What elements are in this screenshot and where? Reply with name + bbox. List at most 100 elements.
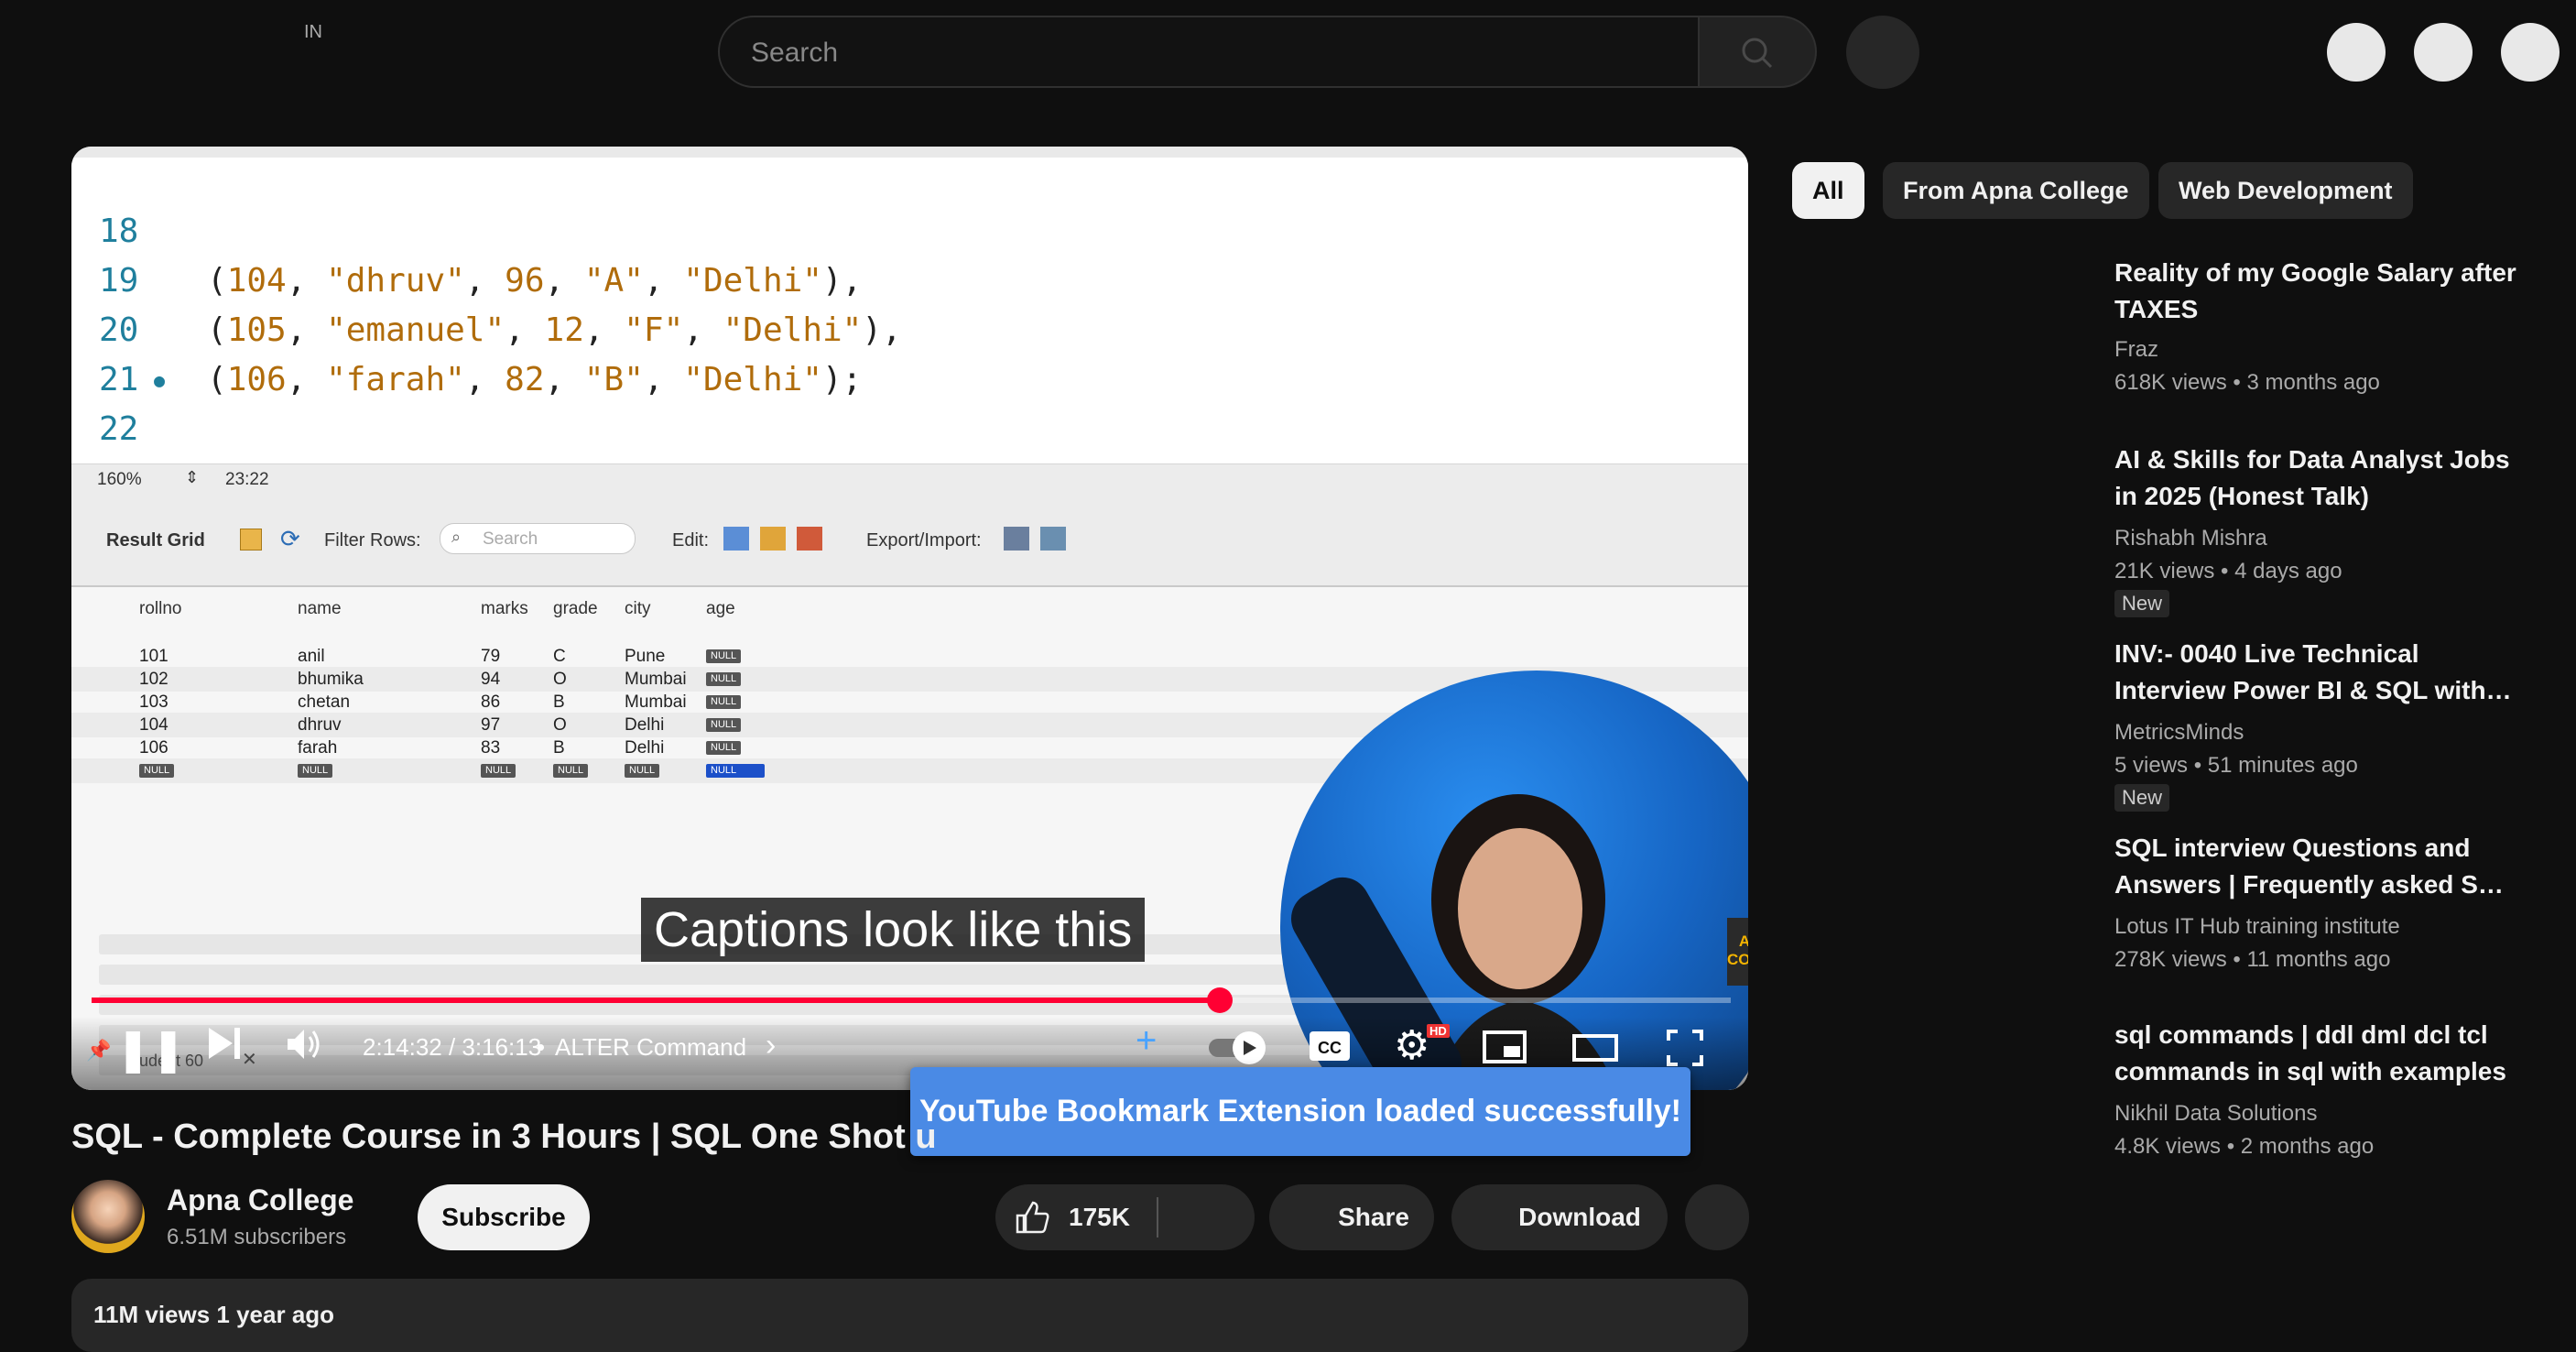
search-box[interactable]: [718, 16, 1700, 88]
hd-badge: HD: [1427, 1024, 1450, 1038]
rec-title[interactable]: SQL interview Questions and Answers | Fr…: [2114, 830, 2517, 903]
volume-icon[interactable]: [286, 1026, 324, 1063]
edit-row-icon[interactable]: [723, 527, 749, 551]
create-button[interactable]: [2327, 23, 2386, 82]
masthead: IN: [0, 0, 2576, 103]
subtitles-icon[interactable]: CC: [1308, 1030, 1352, 1063]
bookmark-add-icon[interactable]: +: [1136, 1020, 1157, 1062]
grid-cell: 97: [481, 715, 501, 735]
search-icon: [1742, 38, 1773, 69]
video-title: SQL - Complete Course in 3 Hours | SQL O…: [71, 1118, 937, 1156]
progress-played: [92, 998, 1220, 1003]
filter-search-field[interactable]: ⌕ Search: [440, 523, 636, 554]
progress-scrubber[interactable]: [1206, 987, 1233, 1013]
grid-cell: NULL: [298, 758, 333, 783]
miniplayer-icon[interactable]: [1482, 1030, 1527, 1064]
more-actions-button[interactable]: [1685, 1184, 1749, 1250]
caption-text: Captions look like this: [641, 898, 1146, 962]
grid-cell: anil: [298, 647, 325, 666]
next-icon[interactable]: [205, 1024, 244, 1063]
rec-meta: 618K views • 3 months ago: [2114, 370, 2380, 395]
grid-cell: Mumbai: [625, 670, 687, 689]
chapter-chevron-icon[interactable]: ›: [766, 1028, 776, 1063]
chapter-separator: •: [537, 1033, 546, 1061]
grid-cell: 79: [481, 647, 501, 666]
chip-from-apna-college[interactable]: From Apna College: [1883, 162, 2149, 219]
theater-mode-icon[interactable]: [1571, 1033, 1619, 1063]
grid-cell: O: [553, 670, 567, 689]
autoplay-toggle[interactable]: [1207, 1030, 1280, 1066]
grid-cell: 86: [481, 692, 501, 712]
grid-cell: 83: [481, 738, 501, 758]
extension-toast: YouTube Bookmark Extension loaded succes…: [910, 1067, 1690, 1156]
grid-cell: 101: [139, 647, 168, 666]
grid-cell: NULL: [706, 690, 742, 714]
rec-channel[interactable]: Lotus IT Hub training institute: [2114, 914, 2400, 940]
delete-row-icon[interactable]: [797, 527, 822, 551]
rec-title[interactable]: INV:- 0040 Live Technical Interview Powe…: [2114, 636, 2517, 709]
rec-channel[interactable]: Nikhil Data Solutions: [2114, 1101, 2317, 1127]
chip-web-development[interactable]: Web Development: [2158, 162, 2413, 219]
export-icon[interactable]: [1004, 527, 1029, 551]
grid-cell: NULL: [553, 758, 589, 783]
video-player[interactable]: 18 (104, "dhruv", 96, "A", "Delhi"), 19 …: [71, 147, 1748, 1090]
import-icon[interactable]: [1040, 527, 1066, 551]
rec-channel[interactable]: MetricsMinds: [2114, 720, 2244, 746]
rec-meta: 5 views • 51 minutes ago: [2114, 753, 2358, 778]
grid-cell: B: [553, 692, 565, 712]
notifications-button[interactable]: [2414, 23, 2473, 82]
filter-search-placeholder: Search: [483, 529, 538, 549]
channel-name[interactable]: Apna College: [167, 1183, 353, 1217]
grid-cell: Delhi: [625, 738, 665, 758]
channel-avatar[interactable]: [71, 1180, 145, 1253]
voice-search-button[interactable]: [1846, 16, 1919, 89]
code-line: 21: [71, 306, 1748, 398]
edit-label: Edit:: [672, 530, 710, 551]
grid-header-cell: rollno: [139, 599, 182, 618]
rec-title[interactable]: Reality of my Google Salary after TAXES: [2114, 255, 2517, 328]
grid-header-cell: name: [298, 599, 342, 618]
rec-title[interactable]: AI & Skills for Data Analyst Jobs in 202…: [2114, 442, 2517, 515]
avatar-button[interactable]: [2501, 23, 2560, 82]
grid-header-cell: grade: [553, 599, 598, 618]
svg-text:CC: CC: [1318, 1039, 1342, 1057]
chip-all[interactable]: All: [1792, 162, 1864, 219]
dislike-button[interactable]: [1166, 1184, 1253, 1250]
like-icon[interactable]: [1014, 1201, 1050, 1234]
empty-row: [99, 965, 1372, 985]
download-button[interactable]: Download: [1451, 1184, 1668, 1250]
tab-close-icon[interactable]: ✕: [242, 1048, 257, 1071]
settings-icon[interactable]: ⚙: [1394, 1022, 1429, 1069]
cursor-position: 23:22: [225, 470, 269, 489]
like-dislike-group: 175K: [995, 1184, 1255, 1250]
refresh-icon: ⟳: [280, 525, 300, 552]
fullscreen-icon[interactable]: [1665, 1028, 1705, 1068]
region-tag: IN: [304, 22, 322, 42]
share-label: Share: [1338, 1203, 1409, 1231]
grid-cell: NULL: [481, 758, 516, 783]
grid-header-cell: age: [706, 599, 735, 618]
share-button[interactable]: Share: [1269, 1184, 1434, 1250]
grid-cell: 106: [139, 738, 168, 758]
rec-title[interactable]: sql commands | ddl dml dcl tcl commands …: [2114, 1017, 2517, 1090]
grid-cell: 94: [481, 670, 501, 689]
code-line: 22 ● SELECT * FROM student;: [71, 355, 1748, 553]
rec-meta: 4.8K views • 2 months ago: [2114, 1134, 2375, 1159]
grid-row[interactable]: 101 anil 79 C Pune NULL: [71, 644, 1748, 669]
result-grid-label: Result Grid: [106, 530, 205, 551]
like-count[interactable]: 175K: [1069, 1184, 1130, 1250]
new-badge: New: [2114, 784, 2170, 812]
chapter-button[interactable]: ALTER Command: [555, 1033, 746, 1062]
search-button[interactable]: [1700, 16, 1817, 88]
search-input[interactable]: [749, 32, 1650, 74]
rec-channel[interactable]: Rishabh Mishra: [2114, 526, 2267, 551]
subscribe-button[interactable]: Subscribe: [418, 1184, 590, 1250]
grid-cell: Delhi: [625, 715, 665, 735]
insert-row-icon[interactable]: [760, 527, 786, 551]
grid-cell: bhumika: [298, 670, 364, 689]
rec-channel[interactable]: Fraz: [2114, 337, 2158, 363]
editor-toolbar-strip: [71, 147, 1748, 158]
grid-cell: dhruv: [298, 715, 342, 735]
pause-icon[interactable]: ❚❚: [115, 1024, 186, 1074]
grid-cell: 104: [139, 715, 168, 735]
